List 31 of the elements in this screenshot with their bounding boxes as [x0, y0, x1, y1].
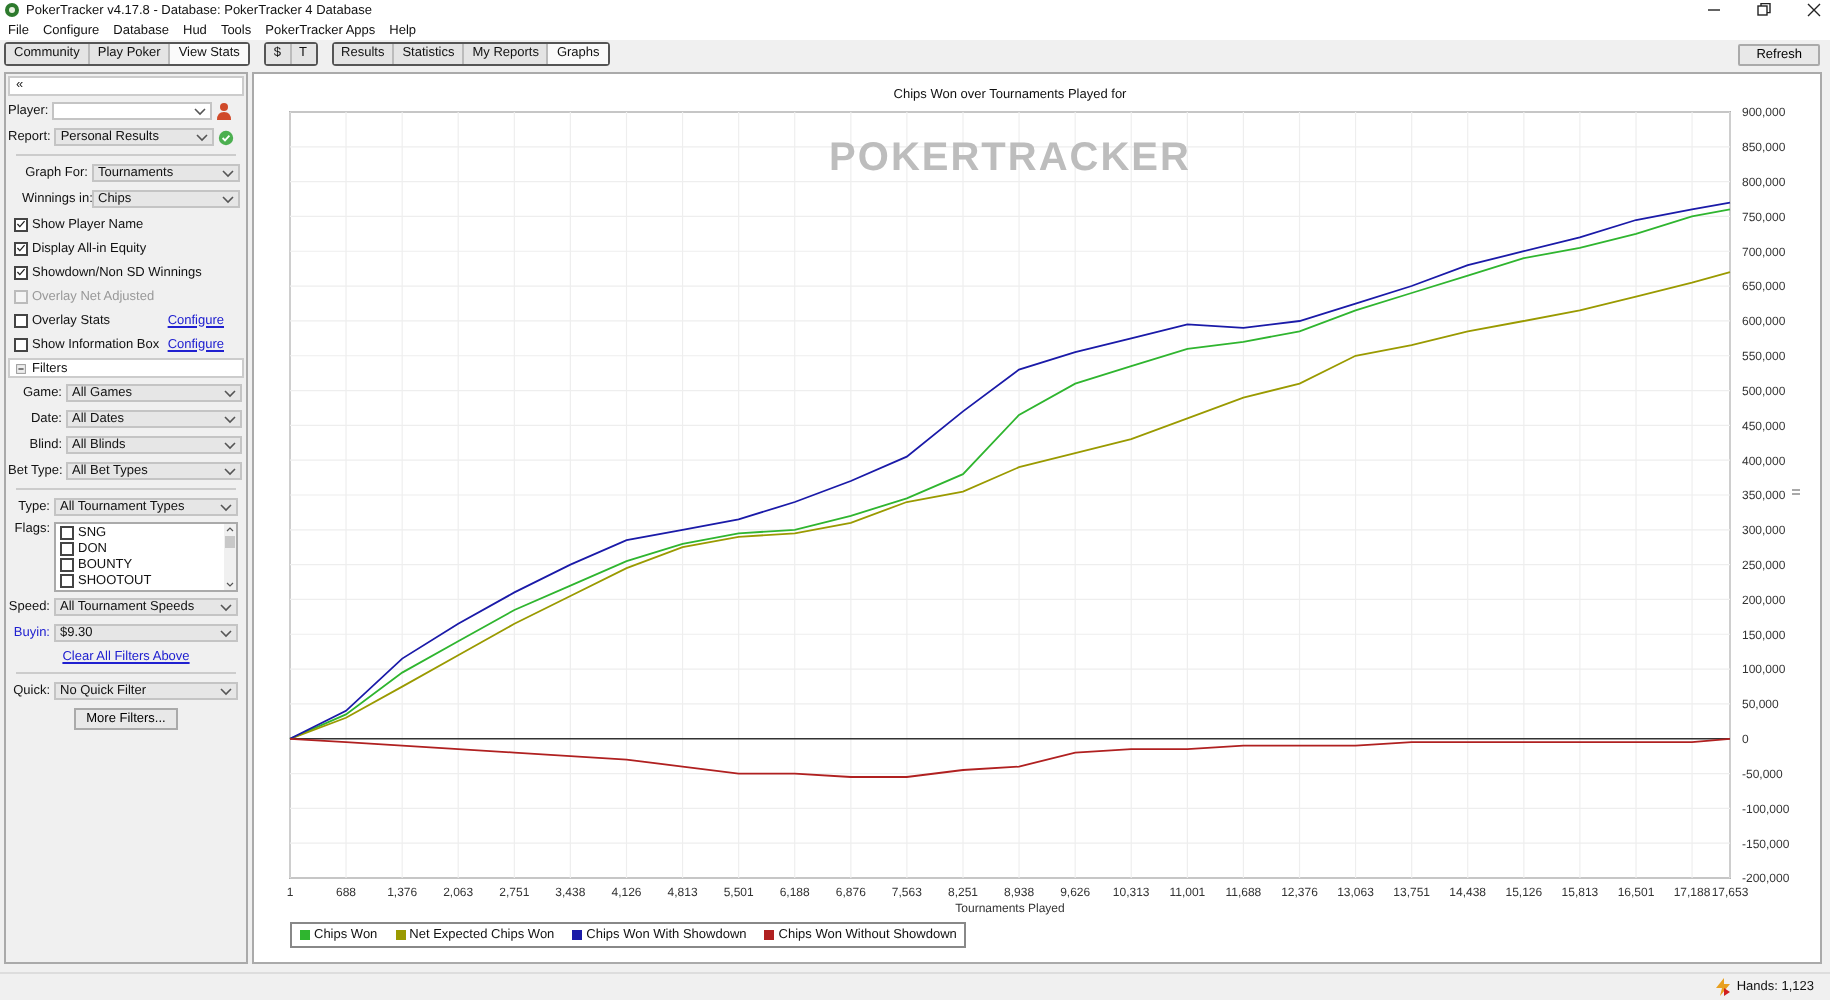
- checkbox[interactable]: [14, 265, 28, 279]
- chevron-down-icon: [220, 687, 232, 695]
- chevron-down-icon: [224, 441, 236, 449]
- chevron-down-icon: [222, 195, 234, 203]
- chart-watermark: POKERTRACKER: [829, 136, 1191, 180]
- chevron-down-icon: [220, 629, 232, 637]
- lightning-icon: [1714, 978, 1733, 996]
- checkbox[interactable]: [14, 337, 28, 351]
- scrollbar[interactable]: [224, 524, 236, 590]
- person-icon[interactable]: [216, 102, 233, 120]
- status-ok-icon: [218, 129, 235, 145]
- checkbox[interactable]: [14, 313, 28, 327]
- grip-icon[interactable]: [1791, 489, 1801, 495]
- chevron-down-icon: [220, 603, 232, 611]
- checkbox[interactable]: [60, 542, 74, 557]
- app-logo-icon: [4, 2, 20, 18]
- chevron-down-icon: [194, 107, 207, 115]
- restore-icon[interactable]: [1756, 2, 1772, 18]
- chevron-down-icon: [196, 133, 209, 141]
- chevron-down-icon: [224, 415, 236, 423]
- chevron-down-icon: [220, 503, 232, 511]
- chevron-down-icon: [224, 389, 236, 397]
- collapse-icon[interactable]: [16, 363, 26, 373]
- checkbox[interactable]: [60, 557, 74, 572]
- chevron-down-icon: [224, 467, 236, 475]
- checkbox[interactable]: [14, 241, 28, 255]
- checkbox[interactable]: [60, 526, 74, 541]
- chevron-down-icon: [222, 169, 234, 177]
- close-icon[interactable]: [1806, 2, 1822, 18]
- checkbox[interactable]: [14, 217, 28, 231]
- checkbox[interactable]: [60, 573, 74, 588]
